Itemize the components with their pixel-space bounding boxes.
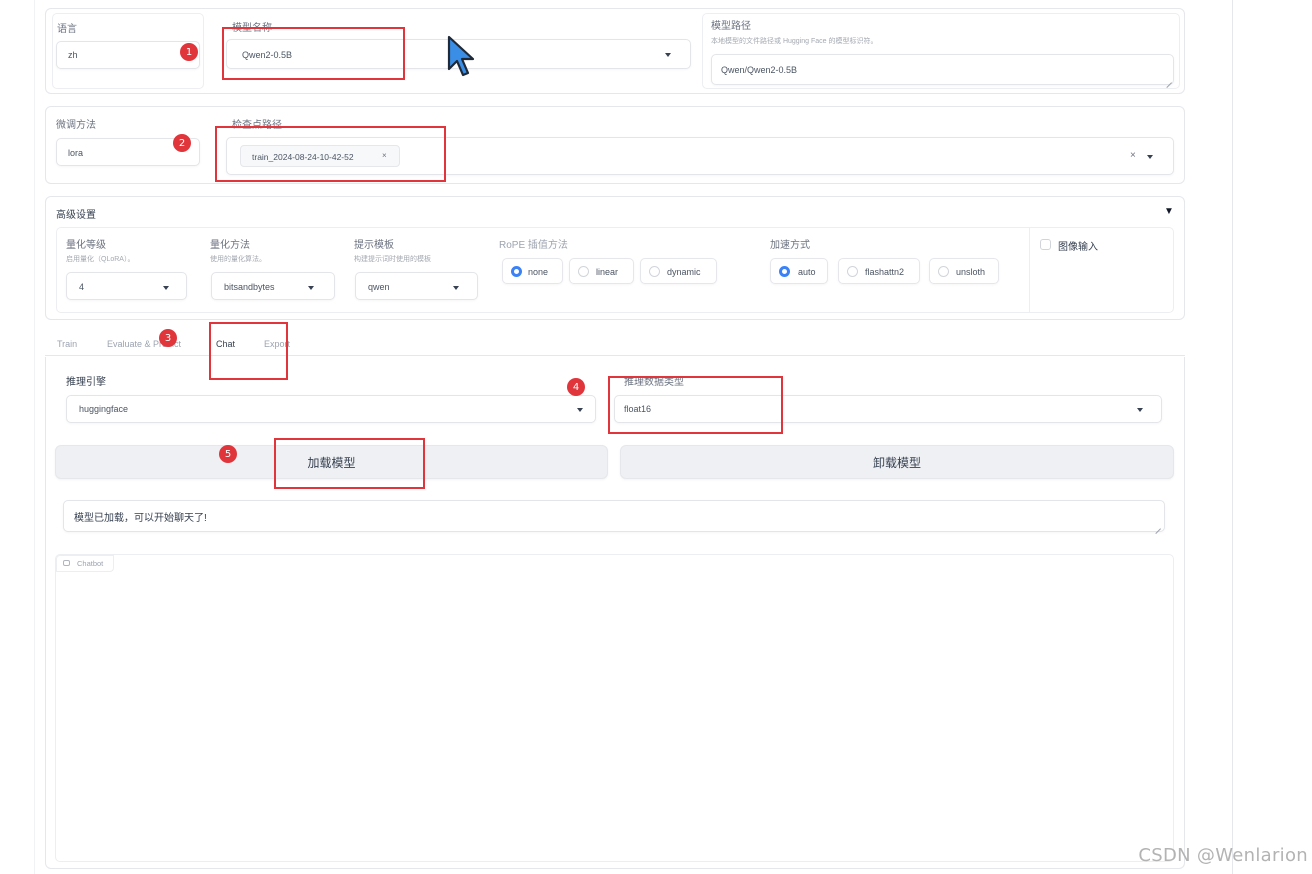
- right-divider: [1232, 0, 1233, 874]
- advanced-settings-title: 高级设置: [56, 210, 96, 221]
- unload-model-button[interactable]: 卸载模型: [620, 445, 1174, 479]
- chevron-down-icon[interactable]: [308, 286, 314, 290]
- rope-option-linear[interactable]: linear: [569, 258, 634, 284]
- tab-train[interactable]: Train: [57, 339, 77, 349]
- rope-option-none[interactable]: none: [502, 258, 563, 284]
- radio-checked-icon: [511, 266, 522, 277]
- radio-unchecked-icon: [938, 266, 949, 277]
- step-badge-3: 3: [159, 329, 177, 347]
- quant-bit-value: 4: [79, 282, 85, 292]
- booster-option-label: flashattn2: [865, 267, 905, 277]
- quant-method-value: bitsandbytes: [224, 282, 275, 292]
- watermark: CSDN @Wenlarion: [1138, 845, 1308, 866]
- radio-unchecked-icon: [847, 266, 858, 277]
- finetune-method-label: 微调方法: [56, 120, 96, 131]
- step-badge-4: 4: [567, 378, 585, 396]
- finetune-row: 微调方法 lora 检查点路径 train_2024-08-24-10-42-5…: [45, 106, 1185, 184]
- chevron-down-icon[interactable]: [1137, 408, 1143, 412]
- left-divider: [34, 0, 35, 874]
- webui-page: 语言 zh 模型名称 Qwen2-0.5B 模型路径 本地模型的文件路径或 Hu…: [0, 0, 1312, 874]
- model-path-label: 模型路径: [711, 21, 751, 32]
- chatbot[interactable]: [55, 554, 1174, 862]
- infer-backend-label: 推理引擎: [66, 377, 106, 388]
- load-model-button[interactable]: 加载模型: [55, 445, 608, 479]
- checkpoint-label: 检查点路径: [232, 120, 282, 131]
- quant-method-hint: 使用的量化算法。: [210, 256, 266, 263]
- tab-chat[interactable]: Chat: [216, 339, 235, 349]
- chevron-down-icon[interactable]: [577, 408, 583, 412]
- template-value: qwen: [368, 282, 390, 292]
- step-badge-5: 5: [219, 445, 237, 463]
- info-box[interactable]: [63, 500, 1165, 532]
- radio-unchecked-icon: [578, 266, 589, 277]
- model-path-value: Qwen/Qwen2-0.5B: [721, 65, 798, 75]
- chevron-down-icon[interactable]: [1147, 155, 1153, 159]
- mouse-cursor-icon: [447, 35, 475, 77]
- rope-option-dynamic[interactable]: dynamic: [640, 258, 717, 284]
- chatbot-label: Chatbot: [77, 559, 104, 568]
- quant-method-label: 量化方法: [210, 240, 250, 251]
- collapse-toggle-icon[interactable]: ▼: [1164, 206, 1174, 217]
- advanced-settings: 高级设置 ▼ 量化等级 启用量化（QLoRA）。 4 量化方法 使用的量化算法。…: [45, 196, 1185, 320]
- tab-underline: [45, 355, 1185, 356]
- tab-bar: Train Evaluate & Predict Chat Export: [45, 330, 1185, 356]
- language-value: zh: [68, 50, 78, 60]
- template-hint: 构建提示词时使用的模板: [354, 256, 431, 263]
- visual-input-divider: [1029, 227, 1030, 313]
- model-row: 语言 zh 模型名称 Qwen2-0.5B 模型路径 本地模型的文件路径或 Hu…: [45, 8, 1185, 94]
- step-badge-2: 2: [173, 134, 191, 152]
- booster-option-label: unsloth: [956, 267, 986, 277]
- info-text: 模型已加载，可以开始聊天了!: [74, 513, 207, 524]
- booster-option-flashattn2[interactable]: flashattn2: [838, 258, 920, 284]
- rope-option-label: none: [528, 267, 549, 277]
- checkpoint-chip-label: train_2024-08-24-10-42-52: [252, 152, 354, 162]
- checkbox-icon[interactable]: [1040, 239, 1051, 250]
- rope-option-label: dynamic: [667, 267, 701, 277]
- tab-export[interactable]: Export: [264, 339, 290, 349]
- booster-option-unsloth[interactable]: unsloth: [929, 258, 999, 284]
- chevron-down-icon[interactable]: [453, 286, 459, 290]
- step-badge-1: 1: [180, 43, 198, 61]
- infer-dtype-value: float16: [624, 404, 652, 414]
- resize-handle-icon[interactable]: [1154, 522, 1161, 529]
- finetune-method-value: lora: [68, 148, 84, 158]
- radio-unchecked-icon: [649, 266, 660, 277]
- quant-bit-hint: 启用量化（QLoRA）。: [66, 256, 135, 263]
- chat-panel: 推理引擎 huggingface 推理数据类型 float16 加载模型 卸载模…: [45, 357, 1185, 869]
- model-name-value: Qwen2-0.5B: [242, 50, 293, 60]
- model-path-hint: 本地模型的文件路径或 Hugging Face 的模型标识符。: [711, 38, 878, 45]
- chevron-down-icon[interactable]: [163, 286, 169, 290]
- language-input[interactable]: [56, 41, 200, 69]
- rope-option-label: linear: [596, 267, 619, 277]
- infer-backend-select[interactable]: [66, 395, 596, 423]
- quant-bit-label: 量化等级: [66, 240, 106, 251]
- infer-backend-value: huggingface: [79, 404, 129, 414]
- resize-handle-icon[interactable]: [1165, 76, 1172, 83]
- chat-bubble-icon: [63, 560, 70, 566]
- chatbot-label-tag: Chatbot: [56, 555, 114, 572]
- language-label: 语言: [57, 24, 77, 35]
- booster-option-auto[interactable]: auto: [770, 258, 828, 284]
- template-label: 提示模板: [354, 240, 394, 251]
- infer-dtype-select[interactable]: [614, 395, 1162, 423]
- clear-icon[interactable]: ×: [1130, 150, 1136, 161]
- radio-checked-icon: [779, 266, 790, 277]
- booster-label: 加速方式: [770, 240, 810, 251]
- infer-dtype-label: 推理数据类型: [624, 377, 684, 388]
- booster-option-label: auto: [798, 267, 816, 277]
- chevron-down-icon[interactable]: [665, 53, 671, 57]
- rope-label: RoPE 插值方法: [499, 240, 568, 251]
- model-name-label: 模型名称: [232, 23, 272, 34]
- chip-remove-icon[interactable]: ×: [382, 151, 387, 160]
- visual-input-label: 图像输入: [1058, 242, 1098, 253]
